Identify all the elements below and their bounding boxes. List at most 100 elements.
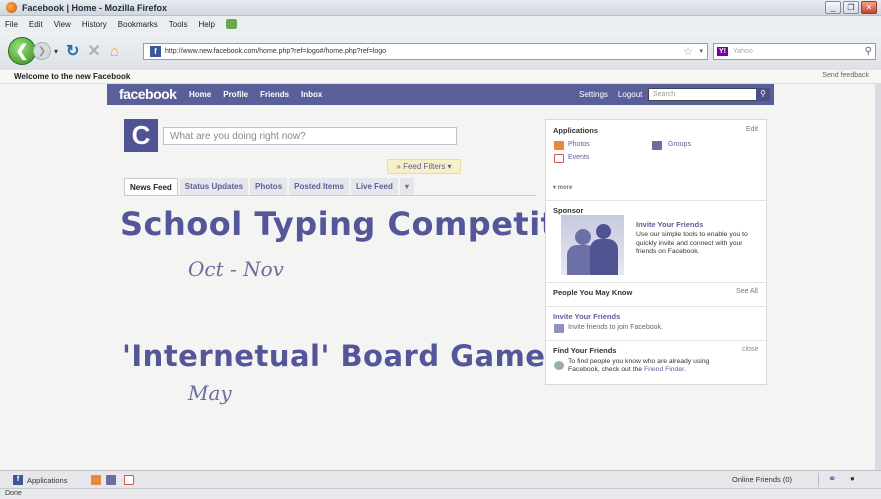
menu-edit[interactable]: Edit [29, 20, 43, 29]
right-sidebar: Applications Edit Photos Groups Events ▾… [545, 119, 767, 385]
forward-button[interactable]: ❯ [33, 42, 51, 60]
status-placeholder: What are you doing right now? [170, 131, 306, 142]
tab-divider [124, 195, 536, 196]
window-title: Facebook | Home - Mozilla Firefox [22, 2, 168, 13]
logout-link[interactable]: Logout [618, 90, 642, 99]
event-dates: May [188, 381, 232, 405]
app-events-link[interactable]: Events [568, 154, 589, 161]
menu-view[interactable]: View [54, 20, 71, 29]
menu-file[interactable]: File [5, 20, 18, 29]
tab-photos[interactable]: Photos [250, 178, 288, 195]
applications-menu[interactable]: f Applications [13, 475, 67, 485]
app-groups-link[interactable]: Groups [668, 141, 691, 148]
history-dropdown-icon[interactable]: ▾ [54, 47, 58, 56]
tab-news-feed[interactable]: News Feed [124, 178, 178, 195]
send-feedback-link[interactable]: Send feedback [822, 72, 869, 79]
event-title: School Typing Competition [120, 205, 614, 243]
search-icon[interactable]: ⚲ [865, 46, 872, 57]
photos-icon[interactable] [91, 475, 101, 485]
more-apps-link[interactable]: ▾ more [553, 184, 572, 191]
url-dropdown-icon[interactable]: ▾ [699, 47, 703, 55]
home-icon[interactable]: ⌂ [110, 43, 119, 60]
settings-link[interactable]: Settings [579, 90, 608, 99]
facebook-search-button[interactable]: ⚲ [756, 88, 770, 101]
menu-bar: File Edit View History Bookmarks Tools H… [0, 16, 881, 32]
yahoo-icon[interactable]: Y! [717, 47, 728, 56]
divider [546, 340, 766, 341]
invite-icon [554, 324, 564, 333]
events-icon[interactable] [124, 475, 134, 485]
nav-home[interactable]: Home [189, 90, 211, 99]
invite-friends-heading[interactable]: Invite Your Friends [553, 312, 620, 321]
navigation-toolbar: ❮ ❯ ▾ ↻ ✕ ⌂ f http://www.new.facebook.co… [0, 32, 881, 70]
url-bar[interactable]: f http://www.new.facebook.com/home.php?r… [143, 43, 708, 60]
status-input[interactable]: What are you doing right now? [163, 127, 457, 145]
facebook-header: facebook Home Profile Friends Inbox Sett… [107, 84, 774, 105]
url-text[interactable]: http://www.new.facebook.com/home.php?ref… [165, 48, 386, 55]
menu-bookmarks[interactable]: Bookmarks [118, 20, 158, 29]
restore-button[interactable]: ❐ [843, 1, 859, 14]
feed-tabs: News Feed Status Updates Photos Posted I… [124, 178, 414, 195]
menu-history[interactable]: History [82, 20, 107, 29]
menu-tools[interactable]: Tools [169, 20, 188, 29]
feed-filters-label: » Feed Filters ▾ [396, 162, 452, 171]
nav-friends[interactable]: Friends [260, 90, 289, 99]
friend-finder-link[interactable]: Friend Finder. [644, 366, 686, 373]
facebook-favicon: f [150, 46, 161, 57]
groups-icon[interactable] [106, 475, 116, 485]
divider [818, 473, 819, 487]
minimize-button[interactable]: _ [825, 1, 841, 14]
invite-friends-link[interactable]: Invite friends to join Facebook. [568, 324, 663, 331]
sponsor-image[interactable] [561, 215, 624, 275]
facebook-search-input[interactable]: Search [648, 88, 760, 101]
avatar[interactable]: C [124, 119, 158, 152]
sponsor-text: Use our simple tools to enable you to qu… [636, 231, 748, 255]
back-button[interactable]: ❮ [8, 37, 36, 65]
tab-live-feed[interactable]: Live Feed [350, 178, 398, 195]
divider [546, 282, 766, 283]
close-button[interactable]: ✕ [861, 1, 877, 14]
welcome-text: Welcome to the new Facebook [14, 72, 131, 81]
tab-status-updates[interactable]: Status Updates [179, 178, 249, 195]
close-link[interactable]: close [742, 346, 758, 353]
friends-icon[interactable]: ● [850, 474, 855, 483]
app-photos-link[interactable]: Photos [568, 141, 590, 148]
tab-more-dropdown[interactable]: ▾ [399, 178, 414, 195]
applications-label: Applications [27, 475, 68, 485]
sponsor-heading-link[interactable]: Invite Your Friends [636, 220, 703, 229]
friend-finder-icon [554, 361, 564, 370]
groups-icon [652, 141, 662, 150]
see-all-link[interactable]: See All [736, 288, 758, 295]
divider [546, 200, 766, 201]
online-friends[interactable]: Online Friends (0) [732, 475, 792, 484]
facebook-logo[interactable]: facebook [119, 86, 177, 102]
tab-posted-items[interactable]: Posted Items [289, 178, 349, 195]
find-friends-text-2: Facebook, check out the [568, 366, 644, 373]
nav-profile[interactable]: Profile [223, 90, 248, 99]
divider [546, 306, 766, 307]
window-title-bar: Facebook | Home - Mozilla Firefox _ ❐ ✕ [0, 0, 881, 16]
nav-inbox[interactable]: Inbox [301, 90, 322, 99]
facebook-icon: f [13, 475, 23, 485]
bookmark-star-icon[interactable]: ☆ [683, 45, 693, 58]
reload-icon[interactable]: ↻ [66, 41, 79, 61]
feed-filters-button[interactable]: » Feed Filters ▾ [387, 159, 461, 174]
people-you-may-know-heading: People You May Know [553, 288, 633, 297]
status-text: Done [5, 490, 22, 497]
browser-status-bar: Done [0, 488, 881, 499]
scrollbar[interactable] [875, 84, 881, 470]
firefox-icon [6, 2, 17, 13]
stop-icon[interactable]: ✕ [87, 41, 100, 61]
browser-search-input[interactable]: Yahoo [733, 48, 753, 55]
welcome-bar: Welcome to the new Facebook Send feedbac… [0, 70, 881, 84]
facebook-chat-bar: f Applications Online Friends (0) ⚭ ● [0, 470, 881, 488]
menu-help[interactable]: Help [198, 20, 214, 29]
find-friends-text: To find people you know who are already … [568, 358, 710, 365]
find-friends-heading: Find Your Friends [553, 346, 617, 355]
browser-search-box[interactable]: Y! Yahoo ⚲ [713, 43, 876, 60]
chat-icon[interactable]: ⚭ [828, 474, 836, 485]
edit-applications-link[interactable]: Edit [746, 126, 758, 133]
addon-icon[interactable] [225, 19, 237, 29]
events-icon [554, 154, 564, 163]
sponsor-heading: Sponsor [553, 206, 584, 215]
